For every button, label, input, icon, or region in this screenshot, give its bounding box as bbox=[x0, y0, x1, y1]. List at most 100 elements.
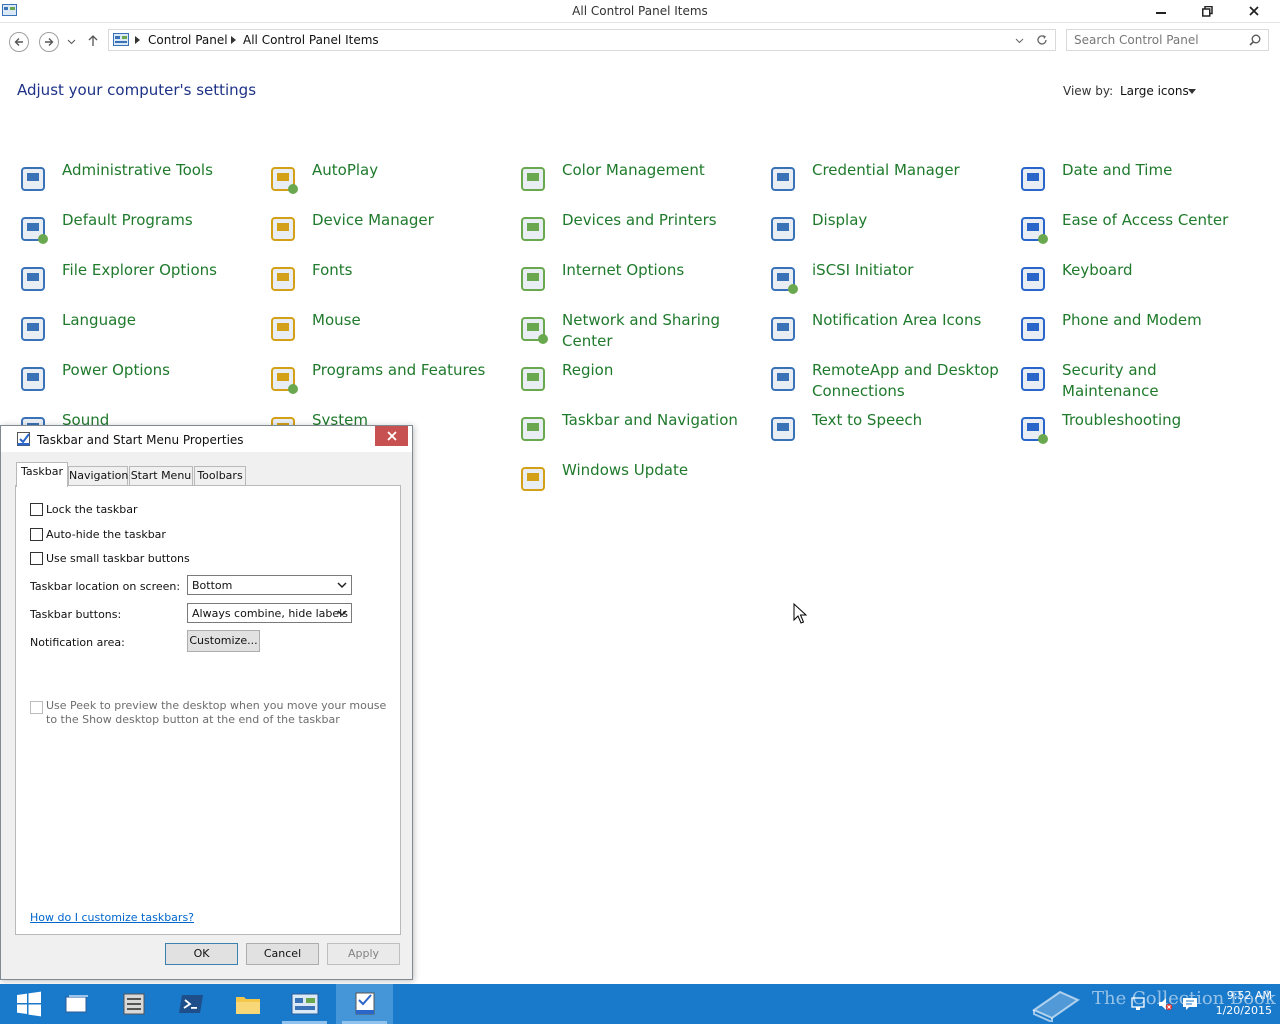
tab-taskbar[interactable]: Taskbar bbox=[16, 462, 68, 487]
cp-item-date-time[interactable]: Date and Time bbox=[1017, 160, 1257, 204]
small-buttons-checkbox[interactable] bbox=[30, 552, 43, 565]
cp-item-keyboard[interactable]: Keyboard bbox=[1017, 260, 1257, 304]
cp-item-admin-tools[interactable]: Administrative Tools bbox=[17, 160, 257, 204]
cp-item-label[interactable]: Device Manager bbox=[312, 210, 502, 231]
cp-item-label[interactable]: Phone and Modem bbox=[1062, 310, 1252, 331]
cp-item-notification-area[interactable]: Notification Area Icons bbox=[767, 310, 1007, 354]
cp-item-internet-options[interactable]: Internet Options bbox=[517, 260, 757, 304]
breadcrumb-control-panel[interactable]: Control Panel bbox=[148, 33, 228, 47]
cp-item-label[interactable]: Troubleshooting bbox=[1062, 410, 1252, 431]
taskbar-clock[interactable]: 9:52 AM 1/20/2015 bbox=[1200, 988, 1272, 1018]
dialog-close-button[interactable] bbox=[375, 426, 408, 446]
cp-item-label[interactable]: Devices and Printers bbox=[562, 210, 752, 231]
cp-item-label[interactable]: Internet Options bbox=[562, 260, 752, 281]
small-buttons-label[interactable]: Use small taskbar buttons bbox=[46, 552, 190, 565]
search-icon[interactable] bbox=[1249, 34, 1261, 46]
cp-item-remoteapp[interactable]: RemoteApp and Desktop Connections bbox=[767, 360, 1007, 404]
cp-item-label[interactable]: Keyboard bbox=[1062, 260, 1252, 281]
cp-item-language[interactable]: Language bbox=[17, 310, 257, 354]
refresh-icon[interactable] bbox=[1036, 34, 1048, 46]
cp-item-label[interactable]: Power Options bbox=[62, 360, 252, 381]
cp-item-taskbar-navigation[interactable]: Taskbar and Navigation bbox=[517, 410, 757, 454]
recent-locations-chevron-down-icon[interactable] bbox=[67, 39, 76, 45]
address-history-chevron-down-icon[interactable] bbox=[1015, 38, 1024, 44]
search-box[interactable] bbox=[1066, 29, 1269, 51]
cp-item-display[interactable]: Display bbox=[767, 210, 1007, 254]
taskbar-buttons-select[interactable]: Always combine, hide labels bbox=[187, 603, 352, 623]
cp-item-label[interactable]: Color Management bbox=[562, 160, 752, 181]
tab-toolbars[interactable]: Toolbars bbox=[194, 466, 246, 486]
cp-item-fonts[interactable]: Fonts bbox=[267, 260, 507, 304]
cp-item-file-explorer-options[interactable]: File Explorer Options bbox=[17, 260, 257, 304]
cp-item-label[interactable]: Credential Manager bbox=[812, 160, 1002, 181]
task-view-button[interactable] bbox=[48, 984, 105, 1024]
taskbar-properties-button[interactable] bbox=[336, 984, 393, 1024]
auto-hide-label[interactable]: Auto-hide the taskbar bbox=[46, 528, 166, 541]
lock-taskbar-label[interactable]: Lock the taskbar bbox=[46, 503, 138, 516]
cp-item-iscsi-initiator[interactable]: iSCSI Initiator bbox=[767, 260, 1007, 304]
cp-item-label[interactable]: Fonts bbox=[312, 260, 502, 281]
cp-item-ease-of-access[interactable]: Ease of Access Center bbox=[1017, 210, 1257, 254]
ok-button[interactable]: OK bbox=[165, 943, 238, 965]
cp-item-label[interactable]: Taskbar and Navigation bbox=[562, 410, 752, 431]
back-button[interactable] bbox=[9, 32, 29, 52]
cp-item-windows-update[interactable]: Windows Update bbox=[517, 460, 757, 504]
cp-item-power-options[interactable]: Power Options bbox=[17, 360, 257, 404]
view-by-chevron-down-icon[interactable] bbox=[1188, 89, 1196, 94]
cp-item-label[interactable]: Notification Area Icons bbox=[812, 310, 1002, 331]
customize-button[interactable]: Customize... bbox=[187, 630, 260, 652]
cp-item-label[interactable]: Region bbox=[562, 360, 752, 381]
tab-navigation[interactable]: Navigation bbox=[68, 466, 128, 486]
cp-item-label[interactable]: Language bbox=[62, 310, 252, 331]
network-icon[interactable] bbox=[1130, 996, 1146, 1012]
lock-taskbar-checkbox[interactable] bbox=[30, 503, 43, 516]
cp-item-color-management[interactable]: Color Management bbox=[517, 160, 757, 204]
cancel-button[interactable]: Cancel bbox=[246, 943, 319, 965]
search-input[interactable] bbox=[1067, 30, 1245, 50]
cp-item-label[interactable]: Text to Speech bbox=[812, 410, 1002, 431]
cp-item-security-maintenance[interactable]: Security and Maintenance bbox=[1017, 360, 1257, 404]
tab-start-menu[interactable]: Start Menu bbox=[129, 466, 193, 486]
cp-item-programs-features[interactable]: Programs and Features bbox=[267, 360, 507, 404]
cp-item-troubleshooting[interactable]: Troubleshooting bbox=[1017, 410, 1257, 454]
cp-item-label[interactable]: Security and Maintenance bbox=[1062, 360, 1252, 402]
address-bar[interactable]: Control Panel All Control Panel Items bbox=[108, 29, 1056, 51]
cp-item-label[interactable]: Programs and Features bbox=[312, 360, 502, 381]
cp-item-label[interactable]: Windows Update bbox=[562, 460, 752, 481]
breadcrumb-all-items[interactable]: All Control Panel Items bbox=[243, 33, 379, 47]
cp-item-label[interactable]: Network and Sharing Center bbox=[562, 310, 752, 352]
cp-item-label[interactable]: iSCSI Initiator bbox=[812, 260, 1002, 281]
cp-item-label[interactable]: Default Programs bbox=[62, 210, 252, 231]
up-arrow-icon[interactable] bbox=[87, 34, 99, 47]
cp-item-label[interactable]: Display bbox=[812, 210, 1002, 231]
file-explorer-button[interactable] bbox=[219, 984, 276, 1024]
forward-button[interactable] bbox=[39, 32, 59, 52]
cp-item-device-manager[interactable]: Device Manager bbox=[267, 210, 507, 254]
help-link[interactable]: How do I customize taskbars? bbox=[30, 911, 194, 924]
cp-item-region[interactable]: Region bbox=[517, 360, 757, 404]
cp-item-phone-modem[interactable]: Phone and Modem bbox=[1017, 310, 1257, 354]
taskbar-location-select[interactable]: Bottom bbox=[187, 575, 352, 595]
chevron-right-icon[interactable] bbox=[135, 36, 140, 44]
close-button[interactable] bbox=[1231, 0, 1277, 22]
control-panel-button[interactable] bbox=[276, 984, 333, 1024]
cp-item-label[interactable]: Ease of Access Center bbox=[1062, 210, 1252, 231]
cp-item-label[interactable]: Administrative Tools bbox=[62, 160, 252, 181]
server-manager-button[interactable] bbox=[105, 984, 162, 1024]
cp-item-label[interactable]: RemoteApp and Desktop Connections bbox=[812, 360, 1002, 402]
cp-item-default-programs[interactable]: Default Programs bbox=[17, 210, 257, 254]
cp-item-network-sharing[interactable]: Network and Sharing Center bbox=[517, 310, 757, 354]
cp-item-label[interactable]: Mouse bbox=[312, 310, 502, 331]
view-by-dropdown[interactable]: Large icons bbox=[1120, 84, 1189, 98]
cp-item-autoplay[interactable]: AutoPlay bbox=[267, 160, 507, 204]
volume-muted-icon[interactable] bbox=[1157, 996, 1173, 1012]
action-center-icon[interactable] bbox=[1182, 996, 1198, 1012]
chevron-right-icon[interactable] bbox=[231, 36, 236, 44]
cp-item-devices-printers[interactable]: Devices and Printers bbox=[517, 210, 757, 254]
auto-hide-checkbox[interactable] bbox=[30, 528, 43, 541]
restore-button[interactable] bbox=[1184, 0, 1230, 22]
cp-item-label[interactable]: File Explorer Options bbox=[62, 260, 252, 281]
cp-item-credential-manager[interactable]: Credential Manager bbox=[767, 160, 1007, 204]
peek-checkbox[interactable] bbox=[30, 701, 43, 714]
minimize-button[interactable] bbox=[1138, 0, 1184, 22]
